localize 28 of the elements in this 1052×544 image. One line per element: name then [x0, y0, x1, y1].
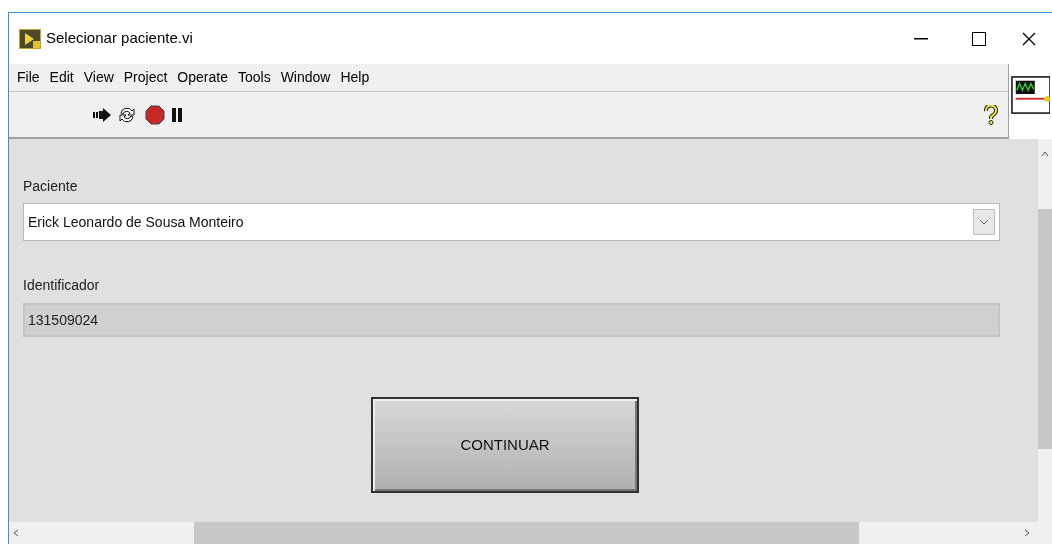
menu-item[interactable]: Operate: [173, 67, 232, 88]
app-icon: [19, 28, 41, 49]
menu-item[interactable]: Tools: [233, 67, 275, 88]
horizontal-scrollbar[interactable]: [9, 522, 1052, 544]
maximize-icon: [972, 31, 986, 46]
vertical-scrollbar[interactable]: [1038, 139, 1052, 522]
scroll-up-icon[interactable]: [1041, 151, 1049, 157]
identifier-field: 131509024: [23, 303, 1000, 337]
continue-button[interactable]: CONTINUAR: [371, 397, 639, 493]
run-arrow-icon[interactable]: [92, 106, 112, 123]
scroll-left-icon[interactable]: [13, 529, 19, 537]
patient-dropdown[interactable]: Erick Leonardo de Sousa Monteiro: [23, 203, 1000, 241]
scroll-right-icon[interactable]: [1024, 529, 1030, 537]
stop-icon[interactable]: [145, 104, 165, 125]
help-icon[interactable]: [984, 104, 998, 125]
menu-item[interactable]: Help: [336, 67, 374, 88]
menu-item[interactable]: Window: [276, 67, 335, 88]
minimize-icon: [914, 37, 928, 40]
menu-item[interactable]: File: [13, 67, 44, 88]
close-icon: [1022, 31, 1036, 46]
run-continuously-icon[interactable]: [118, 105, 136, 124]
field-label: Paciente: [23, 177, 79, 196]
menu-item[interactable]: View: [79, 67, 118, 88]
field-label: Identificador: [23, 276, 101, 295]
menu-item[interactable]: Project: [119, 67, 172, 88]
menu-item[interactable]: Edit: [45, 67, 78, 88]
window-title: Selecionar paciente.vi: [46, 28, 193, 49]
pause-icon[interactable]: [171, 107, 183, 122]
